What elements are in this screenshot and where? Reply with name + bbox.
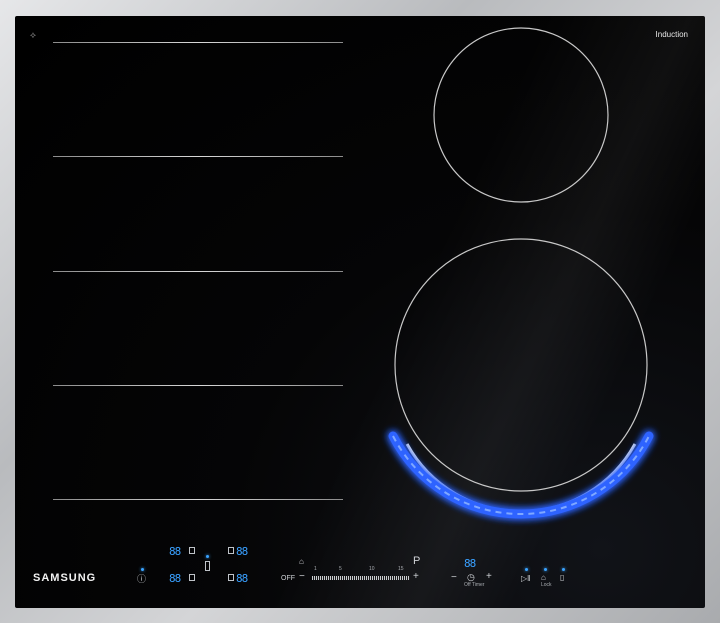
power-plus-button[interactable]: + <box>413 572 419 582</box>
lock-led <box>544 568 547 571</box>
pause-play-icon[interactable]: ▷‖ <box>521 574 530 584</box>
timer-minus-button[interactable]: − <box>451 573 457 583</box>
zone-display-top-left: 88 <box>169 545 181 558</box>
small-cooking-ring <box>433 27 609 203</box>
cooking-rings <box>388 27 654 519</box>
off-button[interactable]: OFF <box>281 574 295 584</box>
pot-icon[interactable]: ⌂ <box>299 557 304 567</box>
timer-plus-button[interactable]: + <box>486 572 492 582</box>
lock-caption: Lock <box>541 582 552 588</box>
pause-led <box>525 568 528 571</box>
zone-select-icon[interactable] <box>189 574 195 581</box>
timer-display: 88 <box>464 557 476 570</box>
clock-icon[interactable]: ◷ <box>467 572 475 582</box>
power-button-icon[interactable]: ▯ <box>560 573 564 583</box>
zone-display-bottom-right: 88 <box>236 572 248 585</box>
info-icon[interactable]: ⓘ <box>137 574 146 584</box>
scale-tick: 15 <box>398 566 404 572</box>
flex-link-led <box>206 555 209 558</box>
zone-select-icon[interactable] <box>228 547 234 554</box>
scale-tick: 10 <box>369 566 375 572</box>
scale-tick: 5 <box>339 566 342 572</box>
power-led <box>562 568 565 571</box>
scale-tick: 1 <box>314 566 317 572</box>
large-cooking-ring <box>394 238 648 492</box>
zone-display-top-right: 88 <box>236 545 248 558</box>
zone-select-icon[interactable] <box>228 574 234 581</box>
active-ring-arc <box>405 443 637 514</box>
flex-link-icon[interactable] <box>205 561 210 571</box>
zone-select-icon[interactable] <box>189 547 195 554</box>
timer-caption: Off Timer <box>464 582 485 588</box>
power-slider[interactable] <box>312 576 410 580</box>
info-led <box>141 568 144 571</box>
power-minus-button[interactable]: − <box>299 572 305 582</box>
zone-display-bottom-left: 88 <box>169 572 181 585</box>
brand-logo: SAMSUNG <box>33 572 97 584</box>
power-scale: 1 5 10 15 <box>312 567 410 573</box>
power-boost-button[interactable]: P <box>413 556 420 567</box>
glass-surface: ⟡ Induction SAMSUNG ⓘ 88 88 88 88 ⌂ OFF … <box>15 16 705 608</box>
